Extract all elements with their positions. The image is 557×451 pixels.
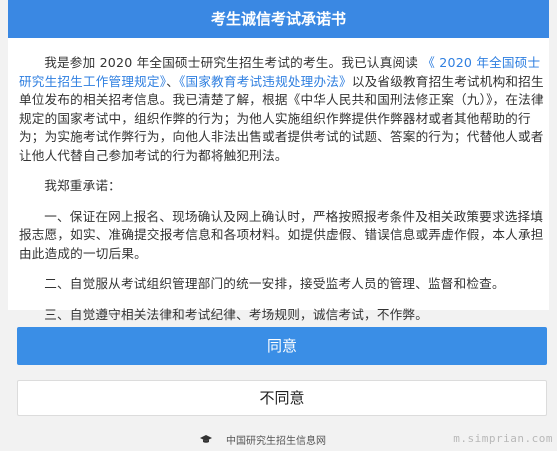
footer-site-name[interactable]: 中国研究生招生信息网 [226,432,326,447]
pledge-item-2: 二、自觉服从考试组织管理部门的统一安排，接受监考人员的管理、监督和检查。 [44,276,505,291]
pledge-item-3: 三、自觉遵守相关法律和考试纪律、考场规则，诚信考试，不作弊。 [44,306,428,322]
violation-rules-link[interactable]: 《国家教育考试违规处理办法》 [179,74,352,89]
watermark: m.simprian.com [453,432,553,445]
intro-text: 我是参加 2020 年全国硕士研究生招生考试的考生。我已认真阅读 [44,55,423,70]
agree-button[interactable]: 同意 [17,327,547,365]
disagree-button[interactable]: 不同意 [17,380,547,416]
page-title: 考生诚信考试承诺书 [210,10,346,28]
page: 考生诚信考试承诺书 我是参加 2020 年全国硕士研究生招生考试的考生。我已认真… [0,0,557,451]
pledge-content: 我是参加 2020 年全国硕士研究生招生考试的考生。我已认真阅读 《 2020 … [8,38,549,322]
pledge-item-1: 一、保证在网上报名、现场确认及网上确认时，严格按照报考条件及相关政策要求选择填报… [19,208,544,261]
separator-text: 、 [166,73,180,89]
page-header: 考生诚信考试承诺书 [8,0,549,38]
footer: 中国研究生招生信息网 [200,432,326,447]
pledge-paragraph-intro: 我是参加 2020 年全国硕士研究生招生考试的考生。我已认真阅读 《 2020 … [19,54,545,165]
pledge-heading: 我郑重承诺： [44,178,121,193]
graduation-cap-icon [200,434,212,444]
